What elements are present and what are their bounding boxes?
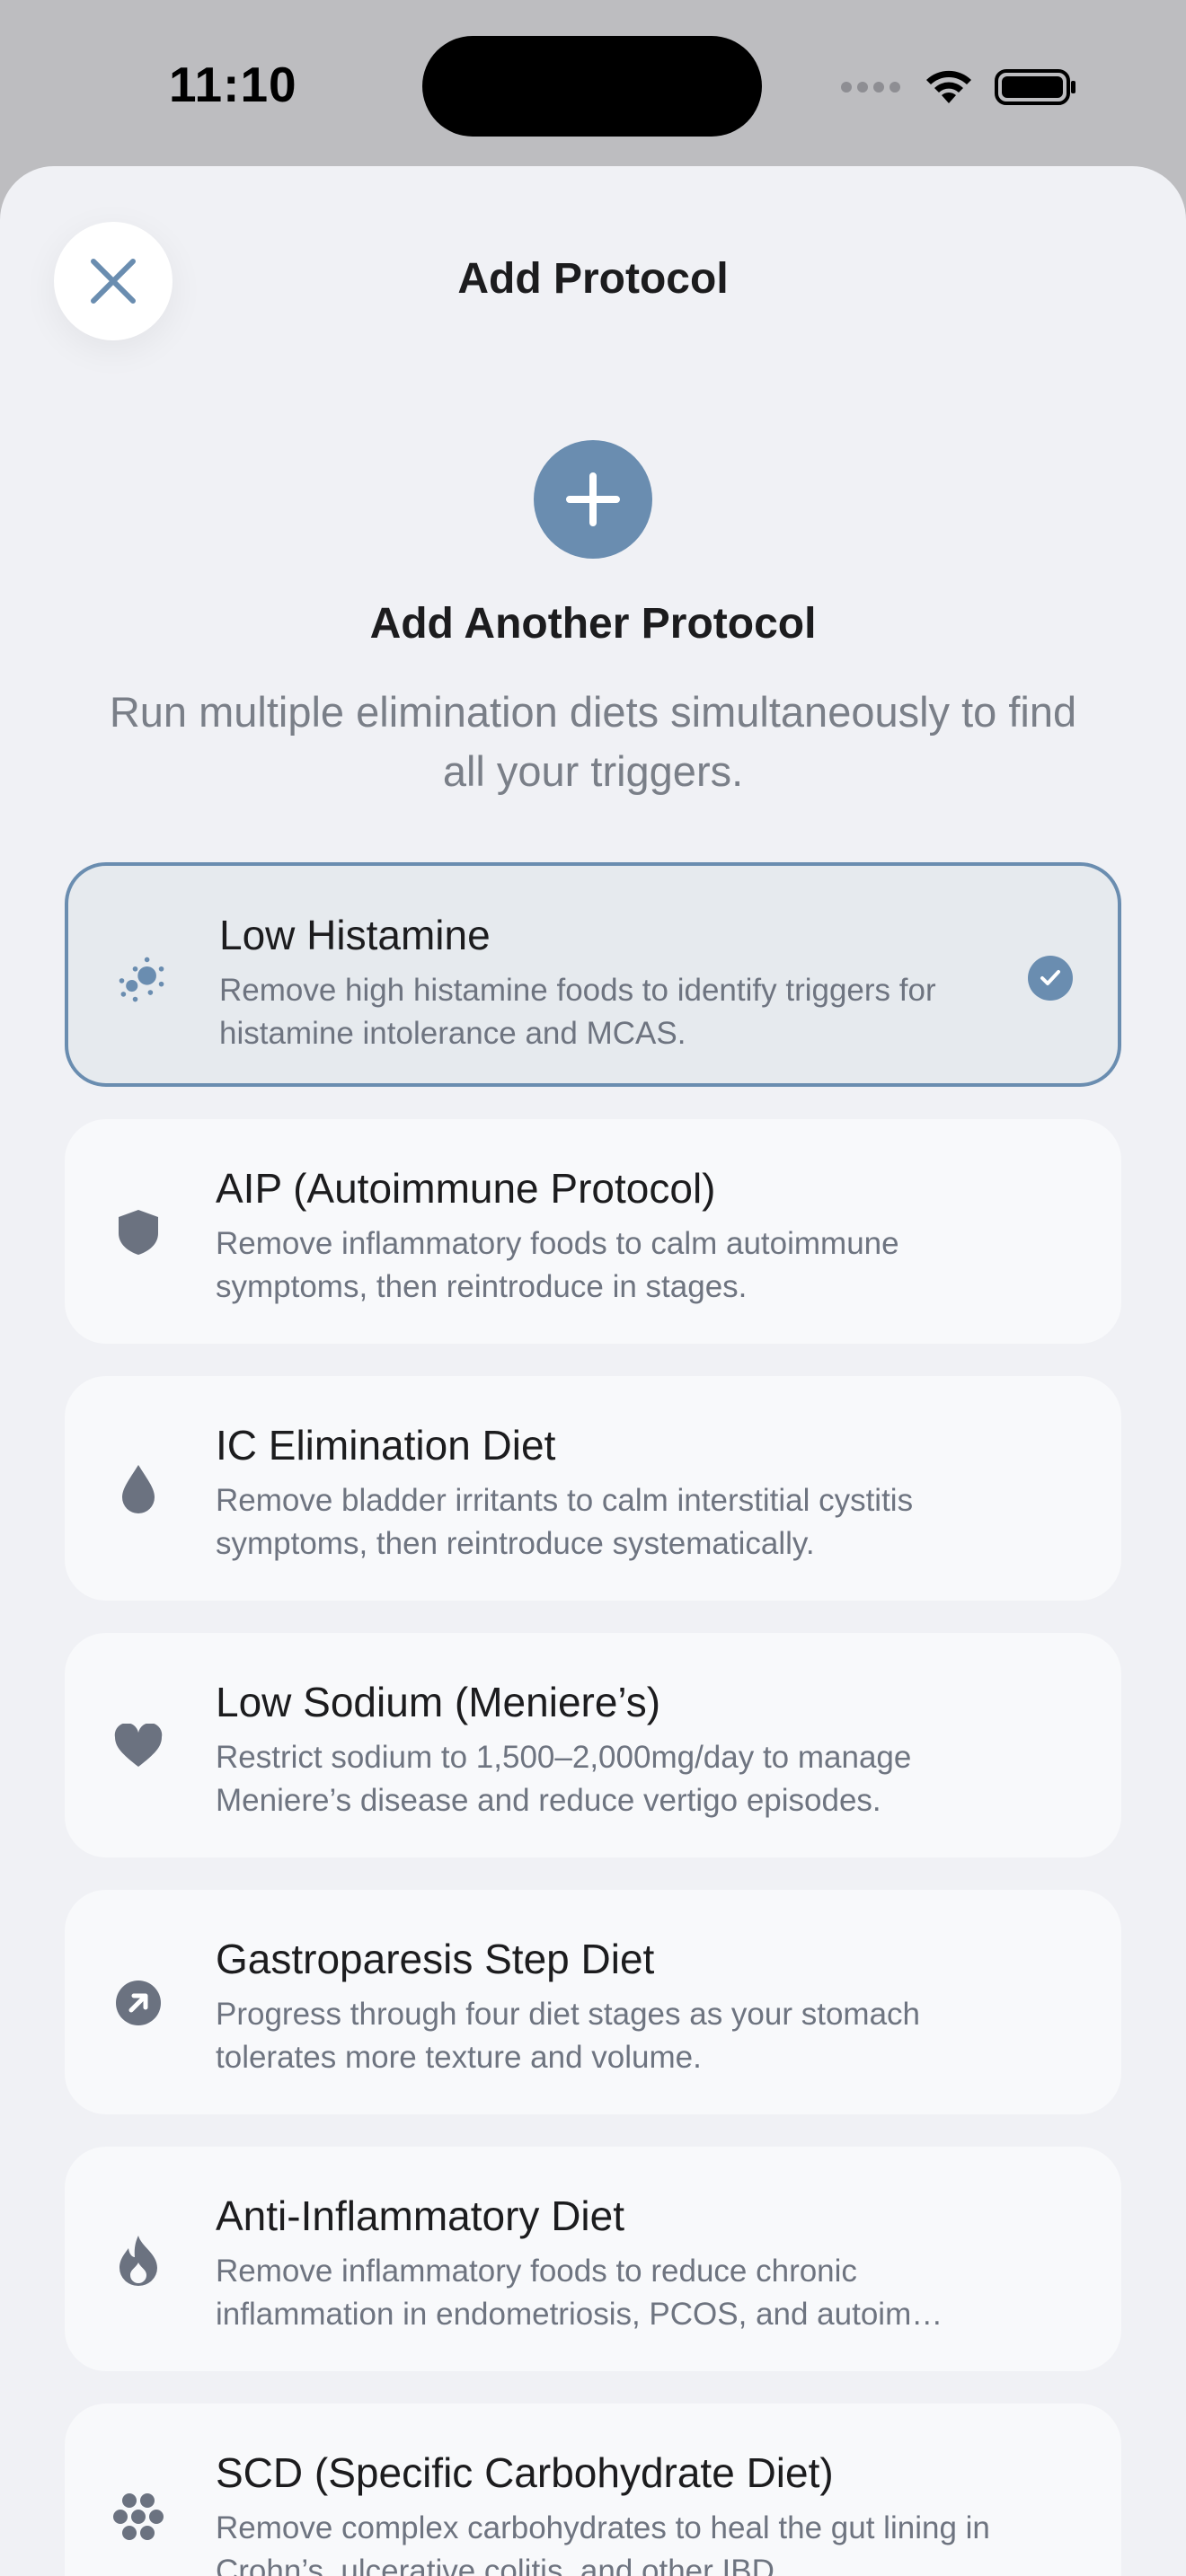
arrow-up-right-circle-icon bbox=[111, 1976, 165, 2030]
protocol-description: Progress through four diet stages as you… bbox=[216, 1997, 921, 2075]
status-icons bbox=[840, 65, 1077, 110]
sparkle-cells-icon bbox=[115, 952, 169, 1006]
protocol-title: IC Elimination Diet bbox=[216, 1422, 556, 1469]
signal-dots-icon bbox=[841, 82, 900, 93]
protocol-description: Remove high histamine foods to identify … bbox=[219, 973, 936, 1051]
protocol-title: Anti-Inflammatory Diet bbox=[216, 2192, 625, 2239]
protocol-title: SCD (Specific Carbohydrate Diet) bbox=[216, 2449, 834, 2496]
protocol-description: Remove inflammatory foods to reduce chro… bbox=[216, 2254, 943, 2332]
circles-cluster-icon bbox=[111, 2490, 165, 2544]
protocol-description: Remove inflammatory foods to calm autoim… bbox=[216, 1226, 899, 1304]
protocol-title: Low Histamine bbox=[219, 912, 491, 958]
protocol-description: Remove complex carbohydrates to heal the… bbox=[216, 2510, 990, 2576]
protocol-card-anti-inflammatory[interactable]: Anti-Inflammatory Diet Remove inflammato… bbox=[65, 2147, 1121, 2371]
add-protocol-sheet: Add Protocol Add Another Protocol Run mu… bbox=[0, 166, 1186, 2576]
flame-icon bbox=[111, 2233, 165, 2287]
sheet-title: Add Protocol bbox=[457, 255, 729, 303]
shield-icon bbox=[111, 1205, 165, 1259]
protocol-description: Restrict sodium to 1,500–2,000mg/day to … bbox=[216, 1740, 912, 1818]
drop-icon bbox=[111, 1462, 165, 1516]
wifi-icon bbox=[926, 70, 971, 103]
protocol-card-ic-elimination[interactable]: IC Elimination Diet Remove bladder irrit… bbox=[65, 1376, 1121, 1601]
hero-subtitle: Run multiple elimination diets simultane… bbox=[109, 688, 1077, 795]
heart-icon bbox=[111, 1719, 165, 1773]
protocol-card-aip[interactable]: AIP (Autoimmune Protocol) Remove inflamm… bbox=[65, 1119, 1121, 1344]
dynamic-island bbox=[422, 36, 762, 137]
protocol-title: Low Sodium (Meniere’s) bbox=[216, 1679, 661, 1725]
add-protocol-hero-button bbox=[534, 440, 652, 559]
battery-icon bbox=[995, 69, 1075, 105]
protocol-description: Remove bladder irritants to calm interst… bbox=[216, 1483, 914, 1561]
plus-icon bbox=[566, 472, 620, 526]
protocol-card-gastroparesis[interactable]: Gastroparesis Step Diet Progress through… bbox=[65, 1890, 1121, 2114]
checkmark-icon bbox=[1028, 956, 1073, 1001]
status-time: 11:10 bbox=[169, 57, 297, 112]
protocol-title: AIP (Autoimmune Protocol) bbox=[216, 1165, 716, 1212]
hero-title: Add Another Protocol bbox=[369, 600, 817, 648]
protocol-card-low-histamine[interactable]: Low Histamine Remove high histamine food… bbox=[65, 862, 1121, 1087]
protocol-card-scd[interactable]: SCD (Specific Carbohydrate Diet) Remove … bbox=[65, 2404, 1121, 2576]
status-bar: 11:10 bbox=[0, 0, 1186, 171]
protocol-title: Gastroparesis Step Diet bbox=[216, 1936, 655, 1982]
protocol-card-low-sodium[interactable]: Low Sodium (Meniere’s) Restrict sodium t… bbox=[65, 1633, 1121, 1857]
